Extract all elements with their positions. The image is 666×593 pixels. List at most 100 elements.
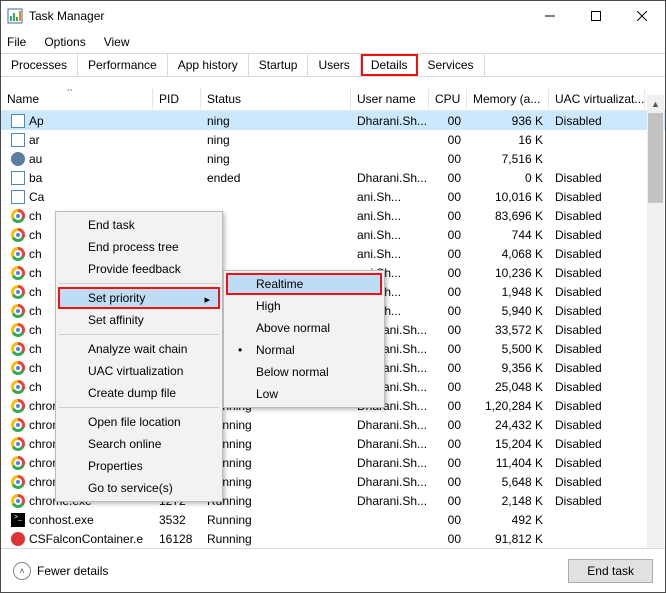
col-memory[interactable]: Memory (a... <box>467 89 549 109</box>
table-row[interactable]: Caani.Sh...0010,016 KDisabled <box>1 187 665 206</box>
memory: 744 K <box>467 228 549 242</box>
process-name: ch <box>29 304 42 318</box>
priority-below-normal[interactable]: Below normal <box>226 361 382 383</box>
table-row[interactable]: conhost.exe3532Running00492 K <box>1 510 665 529</box>
scroll-thumb[interactable] <box>648 113 663 203</box>
status: ning <box>201 152 351 166</box>
process-name: ch <box>29 228 42 242</box>
priority-realtime[interactable]: Realtime <box>226 273 382 295</box>
ctx-end-process-tree[interactable]: End process tree <box>58 236 220 258</box>
uac: Disabled <box>549 266 639 280</box>
process-icon <box>11 418 25 432</box>
cpu: 00 <box>429 266 467 280</box>
user-name: ani.Sh... <box>351 228 429 242</box>
tab-startup[interactable]: Startup <box>249 54 309 76</box>
cpu: 00 <box>429 361 467 375</box>
memory: 5,500 K <box>467 342 549 356</box>
memory: 4,068 K <box>467 247 549 261</box>
process-name: Ca <box>29 190 44 204</box>
ctx-search-online[interactable]: Search online <box>58 433 220 455</box>
process-name: ar <box>29 133 40 147</box>
tab-app-history[interactable]: App history <box>168 54 249 76</box>
tab-performance[interactable]: Performance <box>78 54 168 76</box>
priority-submenu: Realtime High Above normal Normal Below … <box>223 270 385 408</box>
menu-options[interactable]: Options <box>44 35 85 49</box>
process-icon <box>11 475 25 489</box>
status: Running <box>201 418 351 432</box>
priority-low[interactable]: Low <box>226 383 382 405</box>
table-row[interactable]: CSFalconContainer.e16128Running0091,812 … <box>1 529 665 548</box>
uac: Disabled <box>549 323 639 337</box>
ctx-analyze-wait-chain[interactable]: Analyze wait chain <box>58 338 220 360</box>
tab-details[interactable]: Details <box>361 54 418 76</box>
cpu: 00 <box>429 513 467 527</box>
close-button[interactable] <box>619 1 665 31</box>
ctx-go-to-services[interactable]: Go to service(s) <box>58 477 220 499</box>
uac: Disabled <box>549 228 639 242</box>
cpu: 00 <box>429 152 467 166</box>
cpu: 00 <box>429 190 467 204</box>
end-task-button[interactable]: End task <box>568 559 653 583</box>
col-status[interactable]: Status <box>201 89 351 109</box>
col-uac[interactable]: UAC virtualizat... <box>549 89 645 109</box>
scroll-up-icon[interactable]: ▲ <box>647 95 664 112</box>
cpu: 00 <box>429 437 467 451</box>
ctx-create-dump-file[interactable]: Create dump file <box>58 382 220 404</box>
uac: Disabled <box>549 380 639 394</box>
maximize-button[interactable] <box>573 1 619 31</box>
ctx-provide-feedback[interactable]: Provide feedback <box>58 258 220 280</box>
process-icon <box>11 114 25 128</box>
menu-view[interactable]: View <box>104 35 130 49</box>
col-user[interactable]: User name <box>351 89 429 109</box>
uac: Disabled <box>549 475 639 489</box>
table-row[interactable]: ApningDharani.Sh...00936 KDisabled <box>1 111 665 130</box>
priority-high[interactable]: High <box>226 295 382 317</box>
memory: 16 K <box>467 133 549 147</box>
table-row[interactable]: baendedDharani.Sh...000 KDisabled <box>1 168 665 187</box>
table-row[interactable]: arning0016 K <box>1 130 665 149</box>
titlebar: Task Manager <box>1 1 665 31</box>
sort-indicator-icon: ˄ <box>67 89 72 94</box>
separator <box>59 283 219 284</box>
process-name: au <box>29 152 42 166</box>
cpu: 00 <box>429 380 467 394</box>
table-row[interactable]: au ning 007,516 K <box>1 149 665 168</box>
col-pid[interactable]: PID <box>153 89 201 109</box>
process-icon <box>11 437 25 451</box>
menu-file[interactable]: File <box>7 35 26 49</box>
ctx-set-priority[interactable]: Set priority <box>58 287 220 309</box>
vertical-scrollbar[interactable]: ▲ <box>647 112 664 548</box>
cpu: 00 <box>429 475 467 489</box>
priority-above-normal[interactable]: Above normal <box>226 317 382 339</box>
fewer-details-button[interactable]: ˄ Fewer details <box>13 562 108 580</box>
uac: Disabled <box>549 114 639 128</box>
user-name: ani.Sh... <box>351 247 429 261</box>
ctx-set-affinity[interactable]: Set affinity <box>58 309 220 331</box>
status: Running <box>201 513 351 527</box>
priority-normal[interactable]: Normal <box>226 339 382 361</box>
uac: Disabled <box>549 209 639 223</box>
memory: 15,204 K <box>467 437 549 451</box>
minimize-button[interactable] <box>527 1 573 31</box>
tab-services[interactable]: Services <box>418 54 485 76</box>
ctx-open-file-location[interactable]: Open file location <box>58 411 220 433</box>
process-context-menu: End task End process tree Provide feedba… <box>55 211 223 502</box>
pid: 3532 <box>153 513 201 527</box>
ctx-properties[interactable]: Properties <box>58 455 220 477</box>
tab-processes[interactable]: Processes <box>1 54 78 76</box>
memory: 91,812 K <box>467 532 549 546</box>
process-icon <box>11 247 25 261</box>
process-icon <box>11 190 25 204</box>
ctx-end-task[interactable]: End task <box>58 214 220 236</box>
col-cpu[interactable]: CPU <box>429 89 467 109</box>
process-icon <box>11 133 25 147</box>
process-icon <box>11 304 25 318</box>
process-icon <box>11 494 25 508</box>
cpu: 00 <box>429 133 467 147</box>
memory: 7,516 K <box>467 152 549 166</box>
ctx-uac-virtualization[interactable]: UAC virtualization <box>58 360 220 382</box>
col-name[interactable]: Name˄ <box>1 89 153 109</box>
task-manager-window: Task Manager File Options View Processes… <box>0 0 666 593</box>
cpu: 00 <box>429 418 467 432</box>
tab-users[interactable]: Users <box>308 54 360 76</box>
